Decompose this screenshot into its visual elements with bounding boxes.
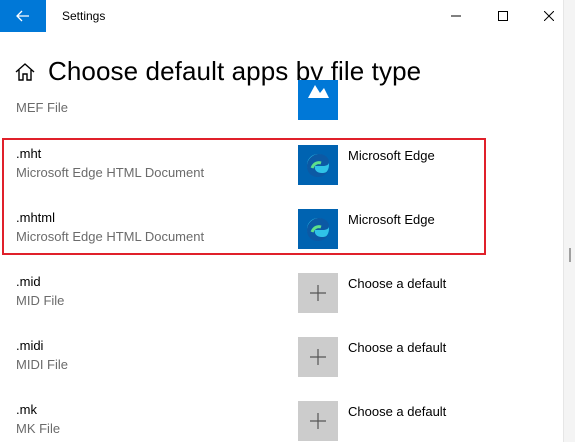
plus-icon (310, 349, 326, 365)
close-button[interactable] (526, 0, 563, 32)
file-extension: .mht (16, 146, 42, 161)
choose-default-button[interactable] (298, 337, 338, 377)
maximize-button[interactable] (480, 0, 526, 32)
minimize-button[interactable] (433, 0, 479, 32)
choose-default-button[interactable] (298, 401, 338, 441)
file-extension: .mk (16, 402, 37, 417)
default-app-label: Microsoft Edge (348, 148, 435, 163)
scrollbar-thumb[interactable] (569, 248, 571, 262)
file-type-description: MIDI File (16, 357, 68, 372)
title-bar: Settings (0, 0, 563, 32)
default-app-button[interactable] (298, 145, 338, 185)
default-app-button[interactable] (298, 209, 338, 249)
maximize-icon (498, 11, 508, 21)
back-button[interactable] (0, 0, 46, 32)
default-app-label: Choose a default (348, 404, 447, 419)
window-title: Settings (62, 9, 106, 23)
file-type-row: .mid MID File Choose a default (0, 272, 563, 336)
file-type-description: Microsoft Edge HTML Document (16, 165, 205, 180)
file-extension: .mid (16, 274, 41, 289)
edge-icon (307, 218, 329, 241)
plus-icon (310, 285, 326, 301)
default-app-label: Choose a default (348, 276, 447, 291)
file-type-description: Microsoft Edge HTML Document (16, 229, 205, 244)
back-arrow-icon (16, 10, 29, 22)
file-extension: .midi (16, 338, 44, 353)
file-extension: .mhtml (16, 210, 55, 225)
default-app-label: Choose a default (348, 340, 447, 355)
scrollbar[interactable] (563, 0, 575, 442)
file-type-description: MK File (16, 421, 61, 436)
choose-default-button[interactable] (298, 273, 338, 313)
default-app-button[interactable] (298, 80, 338, 120)
edge-icon (307, 154, 329, 177)
settings-window: Settings Choose default apps by file typ… (0, 0, 563, 442)
home-icon[interactable] (14, 62, 36, 82)
default-app-label: Microsoft Edge (348, 212, 435, 227)
minimize-icon (451, 15, 461, 17)
file-type-row: .mk MK File Choose a default (0, 400, 563, 442)
file-type-row: MEF File (0, 80, 563, 124)
close-icon (544, 11, 554, 21)
file-type-description: MEF File (16, 100, 68, 115)
file-type-row: .mht Microsoft Edge HTML Document Micros… (0, 144, 563, 208)
file-type-row: .midi MIDI File Choose a default (0, 336, 563, 400)
file-type-row: .mhtml Microsoft Edge HTML Document Micr… (0, 208, 563, 272)
plus-icon (310, 413, 326, 429)
photos-icon (308, 85, 329, 98)
file-type-description: MID File (16, 293, 65, 308)
